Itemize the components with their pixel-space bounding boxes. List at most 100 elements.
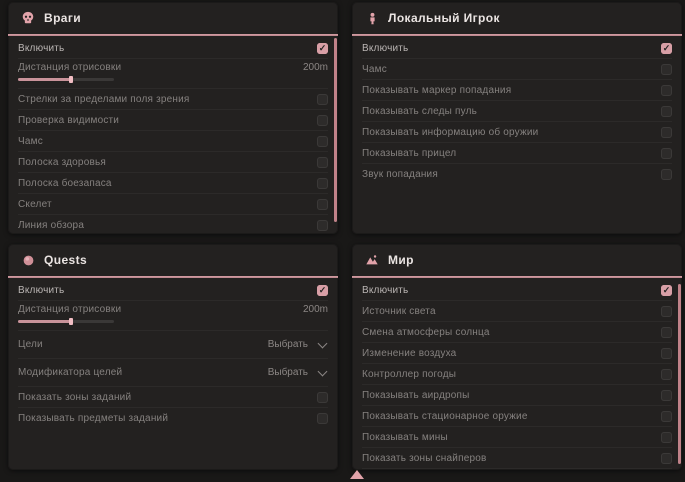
skull-icon: [21, 11, 35, 25]
setting-label: Полоска боезапаса: [18, 178, 112, 189]
panel-world: Мир Включить✓Источник света✓Смена атмосф…: [352, 244, 682, 470]
panel-content: Включить ✓ Дистанция отрисовки 200m Цели Выбр…: [8, 278, 338, 428]
setting-label: Линия обзора: [18, 220, 84, 231]
checkmark-icon: ✓: [319, 286, 327, 295]
checkbox[interactable]: ✓: [661, 127, 672, 138]
slider-fill: [18, 78, 71, 81]
panel-header[interactable]: Quests: [8, 244, 338, 276]
checkbox[interactable]: ✓: [661, 106, 672, 117]
checkbox[interactable]: ✓: [317, 136, 328, 147]
setting-label: Смена атмосферы солнца: [362, 327, 490, 338]
checkbox[interactable]: ✓: [661, 169, 672, 180]
checkbox[interactable]: ✓: [317, 220, 328, 231]
setting-row: Чамс ✓: [18, 131, 328, 152]
cursor-triangle: [350, 470, 364, 479]
checkbox[interactable]: ✓: [661, 453, 672, 464]
slider-handle[interactable]: [69, 318, 73, 325]
panel-content: Включить✓Дистанция отрисовки200mСтрелки …: [8, 36, 338, 234]
scrollbar-thumb[interactable]: [678, 284, 681, 464]
scrollbar-thumb[interactable]: [334, 38, 337, 222]
checkbox[interactable]: ✓: [661, 43, 672, 54]
panel-enemies: Враги Включить✓Дистанция отрисовки200mСт…: [8, 2, 338, 234]
checkbox[interactable]: ✓: [661, 432, 672, 443]
setting-row: Показывать прицел ✓: [362, 143, 672, 164]
checkbox[interactable]: ✓: [661, 369, 672, 380]
checkbox[interactable]: ✓: [661, 285, 672, 296]
setting-row: Изменение воздуха ✓: [362, 343, 672, 364]
checkbox[interactable]: ✓: [317, 392, 328, 403]
setting-row: Линия обзора ✓: [18, 215, 328, 234]
panel-title: Quests: [44, 253, 87, 267]
slider-value: 200m: [303, 304, 328, 315]
setting-label: Показывать аирдропы: [362, 390, 470, 401]
setting-row: Показывать мины✓: [362, 427, 672, 448]
checkbox[interactable]: ✓: [661, 64, 672, 75]
setting-row-dropdown: Цели Выбрать: [18, 331, 328, 359]
checkbox[interactable]: ✓: [317, 178, 328, 189]
checkbox[interactable]: ✓: [661, 348, 672, 359]
checkbox[interactable]: ✓: [317, 94, 328, 105]
setting-row: Показывать информацию об оружии✓: [362, 122, 672, 143]
person-icon: [365, 11, 379, 25]
slider-row-top: Дистанция отрисовки200m: [18, 62, 328, 73]
setting-label: Дистанция отрисовки: [18, 304, 121, 315]
setting-label: Полоска здоровья: [18, 157, 106, 168]
setting-row: Полоска боезапаса ✓: [18, 173, 328, 194]
mountain-icon: [365, 253, 379, 267]
checkbox[interactable]: ✓: [317, 199, 328, 210]
setting-row-slider: Дистанция отрисовки 200m: [18, 301, 328, 331]
chevron-down-icon: [318, 338, 328, 348]
setting-label: Проверка видимости: [18, 115, 119, 126]
setting-row: Показать зоны заданий✓: [18, 387, 328, 408]
distance-slider[interactable]: [18, 320, 114, 323]
checkbox[interactable]: ✓: [661, 85, 672, 96]
setting-label: Цели: [18, 339, 43, 350]
checkbox[interactable]: ✓: [317, 43, 328, 54]
distance-slider[interactable]: [18, 78, 114, 81]
setting-row: Показывать следы пуль ✓: [362, 101, 672, 122]
setting-label: Дистанция отрисовки: [18, 62, 121, 73]
dropdown-value: Выбрать: [268, 367, 308, 378]
setting-label: Чамс: [362, 64, 387, 75]
setting-row: Показать точки выхода✓: [362, 469, 672, 470]
dropdown-select[interactable]: Выбрать: [268, 367, 328, 378]
slider-fill: [18, 320, 71, 323]
checkbox[interactable]: ✓: [661, 411, 672, 422]
setting-row: Полоска здоровья ✓: [18, 152, 328, 173]
setting-label: Источник света: [362, 306, 436, 317]
setting-row: Показать зоны снайперов ✓: [362, 448, 672, 469]
panel-local-player: Локальный Игрок Включить✓Чамс✓Показывать…: [352, 2, 682, 234]
panel-header[interactable]: Локальный Игрок: [352, 2, 682, 34]
panel-header[interactable]: Мир: [352, 244, 682, 276]
setting-row: Смена атмосферы солнца ✓: [362, 322, 672, 343]
chevron-down-icon: [318, 366, 328, 376]
checkbox[interactable]: ✓: [317, 157, 328, 168]
setting-label: Показывать следы пуль: [362, 106, 477, 117]
checkbox[interactable]: ✓: [317, 413, 328, 424]
checkbox[interactable]: ✓: [661, 306, 672, 317]
checkbox[interactable]: ✓: [661, 148, 672, 159]
panel-content: Включить✓Чамс✓Показывать маркер попадани…: [352, 36, 682, 184]
setting-row-slider: Дистанция отрисовки200m: [18, 59, 328, 89]
checkbox[interactable]: ✓: [317, 285, 328, 296]
setting-row: Показывать маркер попадания✓: [362, 80, 672, 101]
setting-row: Стрелки за пределами поля зрения✓: [18, 89, 328, 110]
checkbox[interactable]: ✓: [317, 115, 328, 126]
circle-icon: [21, 253, 35, 267]
slider-handle[interactable]: [69, 76, 73, 83]
dropdown-select[interactable]: Выбрать: [268, 339, 328, 350]
setting-label: Показать зоны снайперов: [362, 453, 487, 464]
setting-label: Изменение воздуха: [362, 348, 456, 359]
setting-label: Чамс: [18, 136, 43, 147]
panel-header[interactable]: Враги: [8, 2, 338, 34]
checkbox[interactable]: ✓: [661, 327, 672, 338]
setting-label: Показывать прицел: [362, 148, 456, 159]
setting-label: Показывать стационарное оружие: [362, 411, 528, 422]
setting-row: Контроллер погоды✓: [362, 364, 672, 385]
setting-label: Включить: [362, 43, 408, 54]
setting-label: Включить: [18, 285, 64, 296]
panel-content: Включить✓Источник света✓Смена атмосферы …: [352, 278, 682, 470]
setting-row: Источник света ✓: [362, 301, 672, 322]
setting-label: Показывать предметы заданий: [18, 413, 168, 424]
checkbox[interactable]: ✓: [661, 390, 672, 401]
